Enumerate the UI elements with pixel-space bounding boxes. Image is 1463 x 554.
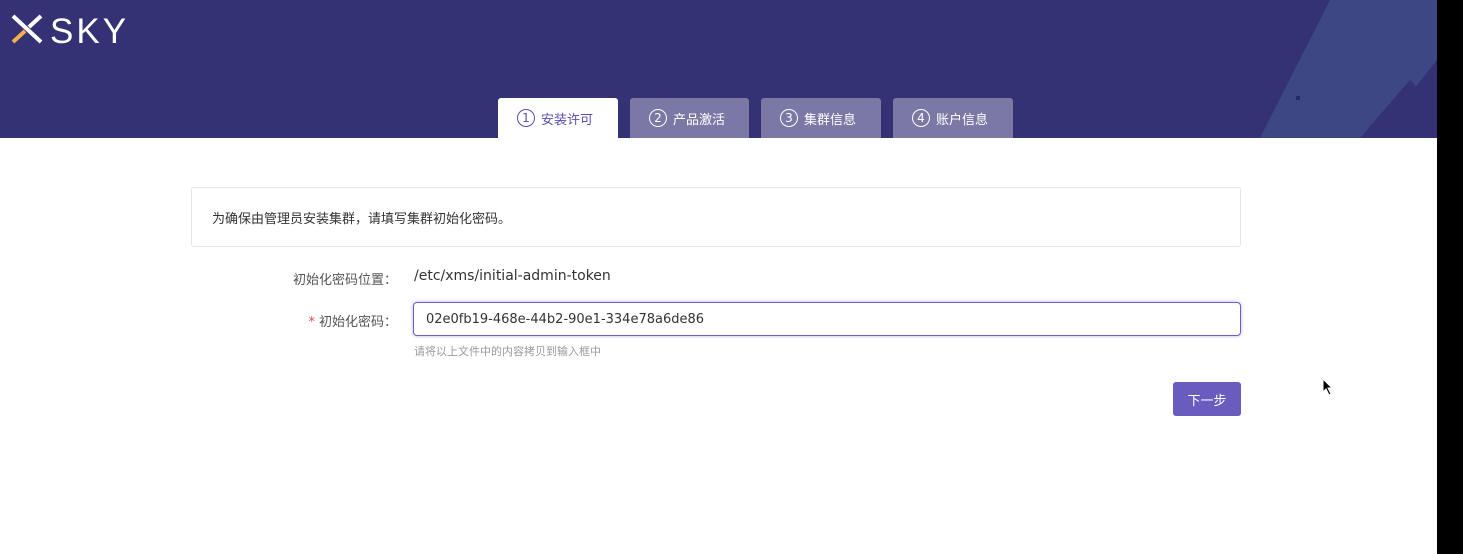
location-label-text: 初始化密码位置： [292, 273, 397, 288]
step-number: 4 [912, 109, 930, 127]
notice-text: 为确保由管理员安装集群，请填写集群初始化密码。 [212, 211, 512, 227]
header-banner: SKY 1 安装许可 2 产品激活 3 集群信息 4 账户信息 [0, 0, 1437, 138]
password-label: * 初始化密码： [0, 311, 397, 330]
tab-account-info[interactable]: 4 账户信息 [893, 98, 1013, 138]
input-hint: 请将以上文件中的内容拷贝到输入框中 [414, 345, 601, 358]
logo-text: SKY [50, 12, 130, 51]
tab-product-activation[interactable]: 2 产品激活 [630, 98, 749, 138]
xsky-logo: SKY [10, 10, 140, 50]
next-step-button[interactable]: 下一步 [1173, 382, 1241, 416]
step-number: 3 [780, 109, 798, 127]
init-password-input[interactable] [413, 302, 1241, 336]
tab-label: 产品激活 [673, 112, 726, 128]
token-file-path: /etc/xms/initial-admin-token [414, 268, 611, 284]
install-wizard-page: SKY 1 安装许可 2 产品激活 3 集群信息 4 账户信息 为确保由管理员安… [0, 0, 1463, 554]
logo-x-mark [11, 14, 43, 44]
step-number: 2 [649, 109, 667, 127]
location-label: 初始化密码位置： [0, 269, 397, 288]
window-edge [1437, 0, 1463, 554]
tab-cluster-info[interactable]: 3 集群信息 [761, 98, 881, 138]
mouse-cursor-icon [1322, 378, 1334, 396]
password-label-text: 初始化密码： [318, 315, 397, 330]
required-mark: * [308, 315, 315, 330]
tab-install-license[interactable]: 1 安装许可 [498, 98, 618, 138]
tab-label: 安装许可 [541, 112, 594, 128]
tab-label: 账户信息 [936, 112, 989, 128]
notice-box: 为确保由管理员安装集群，请填写集群初始化密码。 [191, 187, 1241, 247]
wizard-steps: 1 安装许可 2 产品激活 3 集群信息 4 账户信息 [498, 98, 1013, 138]
header-decoration [1260, 0, 1437, 138]
tab-label: 集群信息 [804, 112, 857, 128]
step-number: 1 [517, 109, 535, 127]
